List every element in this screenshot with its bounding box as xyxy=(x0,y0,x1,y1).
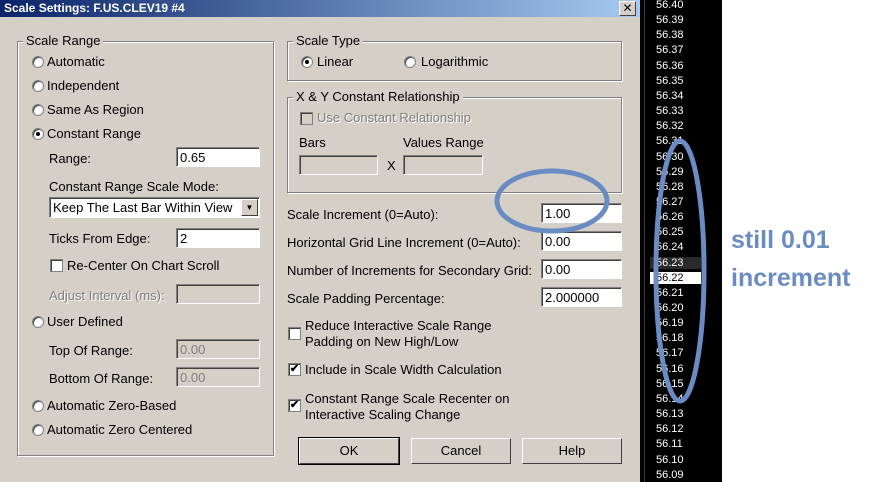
include-width-label[interactable]: Include in Scale Width Calculation xyxy=(305,362,502,377)
scale-settings-dialog: Scale Settings: F.US.CLEV19 #4 ✕ Scale R… xyxy=(0,0,640,482)
mode-label: Constant Range Scale Mode: xyxy=(49,179,219,194)
price-tick: 56.32 xyxy=(656,120,684,133)
recenter-interactive-label-2[interactable]: Interactive Scaling Change xyxy=(305,407,460,422)
checkmark-icon: ✔ xyxy=(289,399,300,411)
price-tick: 56.39 xyxy=(656,14,684,27)
x-label: X xyxy=(387,158,396,173)
adjust-interval-input xyxy=(176,284,260,304)
annotation-circle xyxy=(494,168,610,234)
price-tick: 56.36 xyxy=(656,59,684,72)
radio-linear[interactable] xyxy=(301,56,313,68)
scale-mode-select[interactable]: Keep The Last Bar Within View ▼ xyxy=(49,197,260,218)
price-scale: 56.40 56.39 56.38 56.37 56.36 56.35 56.34 56.33… xyxy=(640,0,722,482)
label-automatic[interactable]: Automatic xyxy=(47,54,105,69)
close-button[interactable]: ✕ xyxy=(619,1,636,16)
use-constant-relationship-label: Use Constant Relationship xyxy=(317,110,471,125)
reduce-padding-label-1[interactable]: Reduce Interactive Scale Range xyxy=(305,318,491,333)
price-tick: 56.37 xyxy=(656,44,684,57)
recenter-scroll-label[interactable]: Re-Center On Chart Scroll xyxy=(67,258,219,273)
price-tick: 56.33 xyxy=(656,105,684,118)
values-range-label: Values Range xyxy=(403,135,484,150)
annotation-oval xyxy=(653,138,707,404)
scale-range-legend: Scale Range xyxy=(23,33,104,48)
scale-padding-label: Scale Padding Percentage: xyxy=(287,291,445,306)
radio-auto-zero-based[interactable] xyxy=(32,400,44,412)
radio-logarithmic[interactable] xyxy=(404,56,416,68)
title-bar: Scale Settings: F.US.CLEV19 #4 ✕ xyxy=(0,0,640,17)
price-tick: 56.40 xyxy=(656,0,684,11)
dialog-title: Scale Settings: F.US.CLEV19 #4 xyxy=(4,1,185,15)
ticks-from-edge-label: Ticks From Edge: xyxy=(49,231,151,246)
scale-padding-input[interactable]: 2.000000 xyxy=(541,287,622,307)
xy-legend: X & Y Constant Relationship xyxy=(293,89,463,104)
radio-automatic[interactable] xyxy=(32,56,44,68)
radio-independent[interactable] xyxy=(32,80,44,92)
checkmark-icon: ✔ xyxy=(289,363,300,375)
radio-auto-zero-centered[interactable] xyxy=(32,424,44,436)
price-tick: 56.38 xyxy=(656,29,684,42)
annotation-text-line2: increment xyxy=(731,264,851,292)
help-button[interactable]: Help xyxy=(522,438,622,464)
price-tick: 56.09 xyxy=(656,468,684,481)
scale-mode-value: Keep The Last Bar Within View xyxy=(53,200,233,215)
scale-divider xyxy=(644,0,645,482)
bars-label: Bars xyxy=(299,135,326,150)
chevron-down-icon[interactable]: ▼ xyxy=(241,199,258,216)
label-user-defined[interactable]: User Defined xyxy=(47,314,123,329)
adjust-interval-label: Adjust Interval (ms): xyxy=(49,288,165,303)
price-tick: 56.11 xyxy=(656,438,683,451)
recenter-interactive-checkbox[interactable]: ✔ xyxy=(288,399,301,412)
price-tick: 56.12 xyxy=(656,423,684,436)
ok-button[interactable]: OK xyxy=(298,437,400,465)
price-tick: 56.10 xyxy=(656,453,684,466)
radio-constant-range[interactable] xyxy=(32,128,44,140)
radio-user-defined[interactable] xyxy=(32,316,44,328)
recenter-interactive-label-1[interactable]: Constant Range Scale Recenter on xyxy=(305,391,510,406)
secondary-grid-input[interactable]: 0.00 xyxy=(541,259,622,279)
scale-increment-label: Scale Increment (0=Auto): xyxy=(287,207,439,222)
label-constant-range[interactable]: Constant Range xyxy=(47,126,141,141)
annotation-text-line1: still 0.01 xyxy=(731,226,830,254)
radio-same-as-region[interactable] xyxy=(32,104,44,116)
price-tick: 56.35 xyxy=(656,74,684,87)
values-range-input xyxy=(403,155,483,175)
use-constant-relationship-checkbox xyxy=(300,112,313,125)
close-icon: ✕ xyxy=(622,1,633,15)
bottom-of-range-label: Bottom Of Range: xyxy=(49,371,154,386)
price-tick: 56.34 xyxy=(656,89,684,102)
top-of-range-label: Top Of Range: xyxy=(49,343,133,358)
recenter-scroll-checkbox[interactable] xyxy=(50,259,63,272)
reduce-padding-checkbox[interactable] xyxy=(288,327,301,340)
scale-type-legend: Scale Type xyxy=(293,33,364,48)
top-of-range-input: 0.00 xyxy=(176,339,260,359)
label-auto-zero-centered[interactable]: Automatic Zero Centered xyxy=(47,422,192,437)
bars-input xyxy=(299,155,378,175)
secondary-grid-label: Number of Increments for Secondary Grid: xyxy=(287,263,532,278)
bottom-of-range-input: 0.00 xyxy=(176,367,260,387)
range-label: Range: xyxy=(49,151,91,166)
label-auto-zero-based[interactable]: Automatic Zero-Based xyxy=(47,398,176,413)
label-linear[interactable]: Linear xyxy=(317,54,353,69)
include-width-checkbox[interactable]: ✔ xyxy=(288,363,301,376)
ticks-from-edge-input[interactable]: 2 xyxy=(176,228,260,248)
cancel-button[interactable]: Cancel xyxy=(411,438,511,464)
hgrid-increment-label: Horizontal Grid Line Increment (0=Auto): xyxy=(287,235,521,250)
label-independent[interactable]: Independent xyxy=(47,78,119,93)
range-input[interactable]: 0.65 xyxy=(176,147,260,167)
label-logarithmic[interactable]: Logarithmic xyxy=(421,54,488,69)
reduce-padding-label-2[interactable]: Padding on New High/Low xyxy=(305,334,458,349)
label-same-as-region[interactable]: Same As Region xyxy=(47,102,144,117)
price-tick: 56.13 xyxy=(656,408,684,421)
